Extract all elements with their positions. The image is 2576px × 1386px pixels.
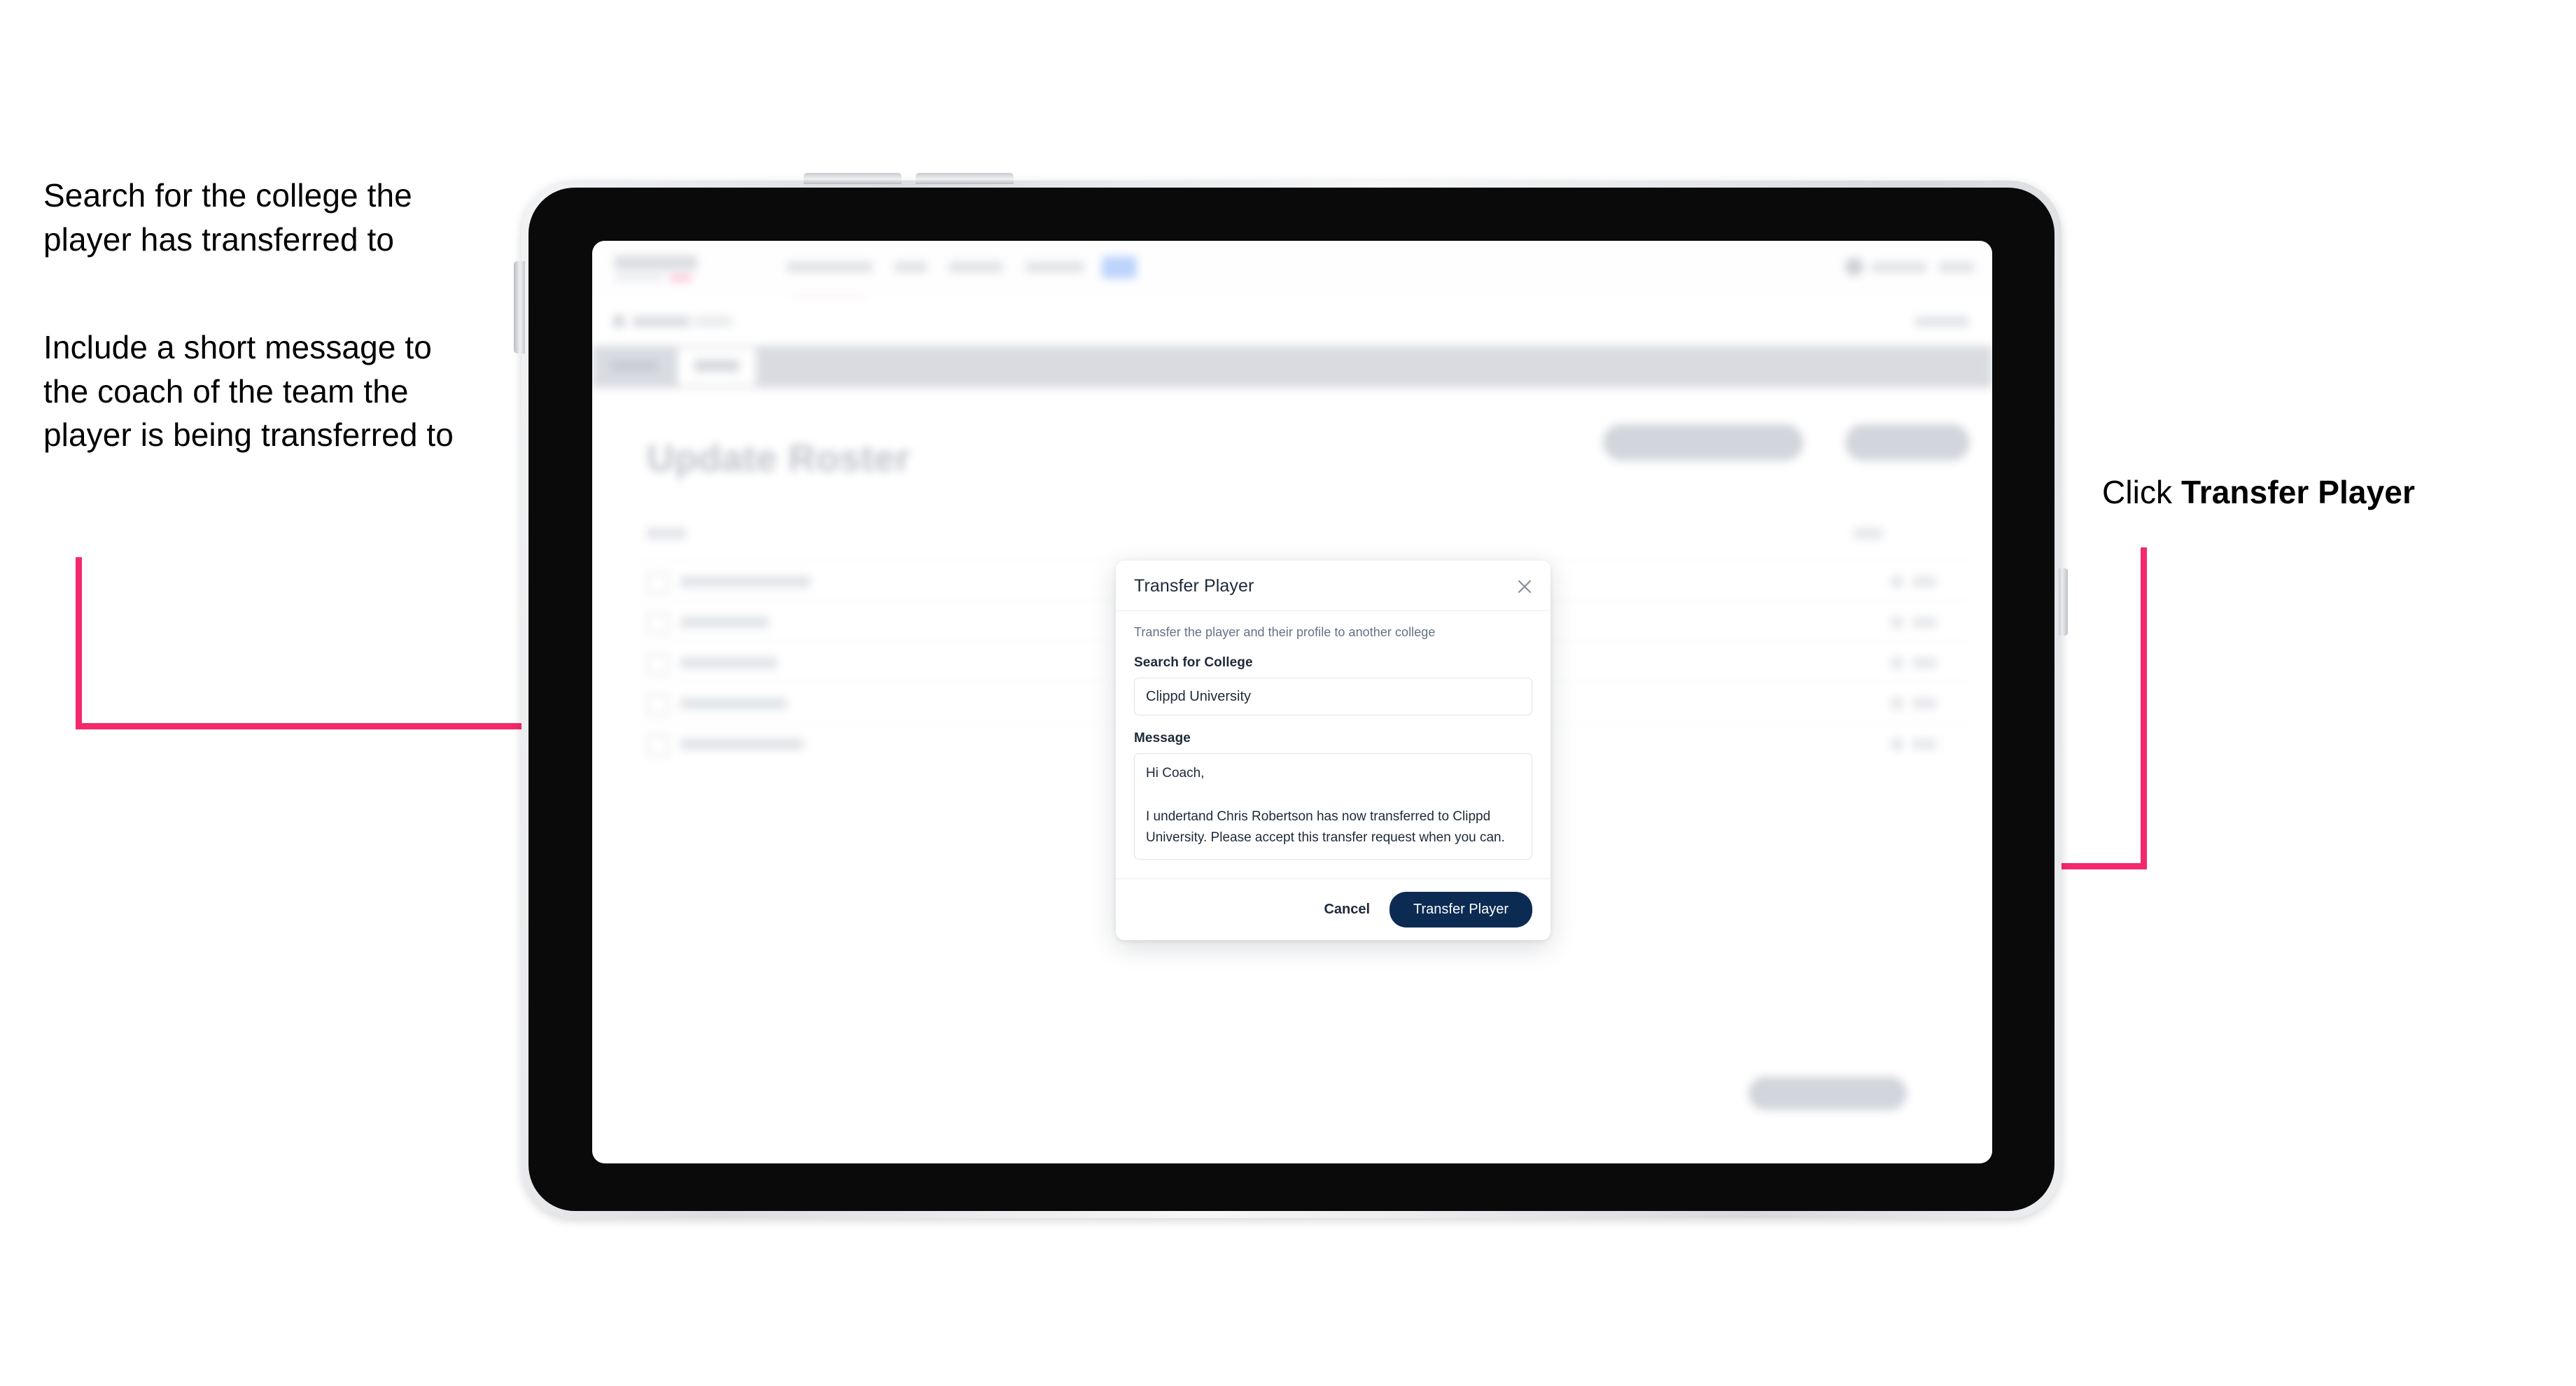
- message-field-label: Message: [1134, 731, 1191, 746]
- annotation-include-message: Include a short message to the coach of …: [43, 329, 454, 454]
- close-icon[interactable]: [1514, 576, 1535, 597]
- dialog-title: Transfer Player: [1134, 576, 1254, 596]
- college-field-label: Search for College: [1134, 655, 1253, 670]
- side-button[interactable]: [2059, 568, 2068, 636]
- cancel-button[interactable]: Cancel: [1322, 897, 1371, 922]
- message-textarea[interactable]: Hi Coach, I undertand Chris Robertson ha…: [1134, 753, 1532, 860]
- volume-up-button[interactable]: [804, 173, 902, 184]
- annotation-click-transfer: Click Transfer Player: [2102, 470, 2550, 514]
- dialog-body: Transfer the player and their profile to…: [1116, 611, 1550, 878]
- dialog-header: Transfer Player: [1116, 561, 1550, 611]
- power-button[interactable]: [514, 261, 525, 354]
- tablet-device-frame: Update Roster Transfer Player Transfer t…: [514, 173, 2068, 1218]
- dialog-description: Transfer the player and their profile to…: [1134, 625, 1436, 639]
- tablet-screen: Update Roster Transfer Player Transfer t…: [592, 241, 1992, 1163]
- tablet-bezel: Update Roster Transfer Player Transfer t…: [528, 188, 2054, 1211]
- right-arrow-vertical-segment: [2141, 547, 2147, 869]
- annotation-search-college: Search for the college the player has tr…: [43, 177, 412, 258]
- transfer-player-dialog: Transfer Player Transfer the player and …: [1116, 561, 1550, 940]
- transfer-player-button[interactable]: Transfer Player: [1390, 892, 1532, 927]
- search-college-input[interactable]: [1134, 678, 1532, 715]
- dialog-footer: Cancel Transfer Player: [1116, 878, 1550, 940]
- annotation-click-prefix: Click: [2102, 474, 2182, 510]
- left-arrow-vertical-segment: [76, 557, 82, 729]
- volume-down-button[interactable]: [916, 173, 1014, 184]
- annotation-click-emphasis: Transfer Player: [2181, 474, 2415, 510]
